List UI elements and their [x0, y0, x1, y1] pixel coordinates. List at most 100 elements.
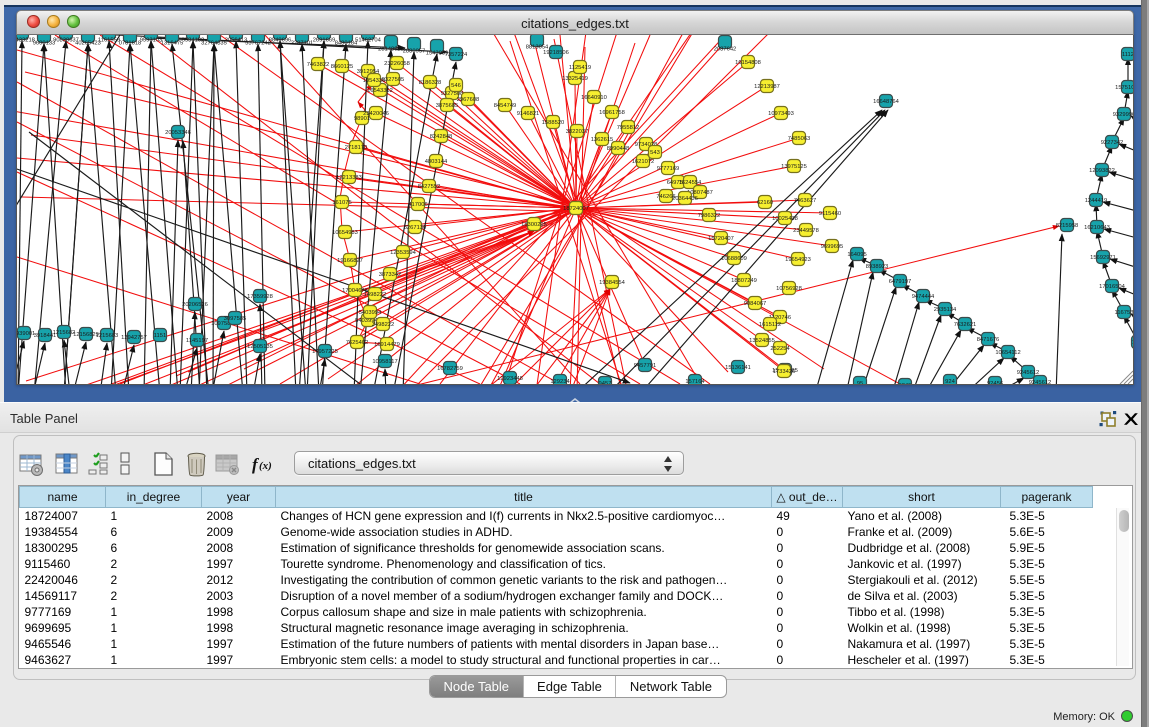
svg-text:28148932: 28148932	[378, 47, 404, 53]
svg-text:2935134: 2935134	[934, 307, 957, 313]
svg-text:16543362: 16543362	[367, 88, 393, 94]
svg-text:8938923: 8938923	[866, 264, 889, 270]
svg-text:1316475: 1316475	[161, 41, 184, 47]
svg-text:9699695: 9699695	[821, 244, 844, 250]
svg-text:9600133: 9600133	[33, 41, 56, 47]
svg-text:4803144: 4803144	[425, 159, 448, 165]
svg-text:161075: 161075	[332, 200, 351, 206]
svg-text:9245612: 9245612	[1029, 380, 1052, 384]
svg-text:19654923: 19654923	[785, 257, 811, 263]
svg-text:12923448: 12923448	[497, 376, 523, 382]
svg-text:10025438: 10025438	[772, 216, 798, 222]
svg-text:1125419: 1125419	[569, 65, 591, 71]
svg-text:2967608: 2967608	[457, 97, 480, 103]
svg-text:18300295: 18300295	[521, 222, 547, 228]
svg-text:1161559: 1161559	[98, 38, 120, 44]
svg-text:7632621: 7632621	[954, 322, 977, 328]
svg-text:92456: 92456	[987, 381, 1003, 384]
svg-text:9457: 9457	[599, 381, 612, 384]
svg-text:1615112: 1615112	[759, 322, 781, 328]
svg-text:19384554: 19384554	[599, 280, 626, 286]
svg-text:20053346: 20053346	[165, 130, 191, 136]
svg-text:7357224: 7357224	[445, 52, 468, 58]
svg-text:16210643: 16210643	[1084, 225, 1110, 231]
svg-text:1498222: 1498222	[364, 292, 387, 298]
svg-text:16640910: 16640910	[581, 95, 607, 101]
svg-text:8939001: 8939001	[17, 331, 35, 337]
svg-text:116753: 116753	[1115, 310, 1133, 316]
svg-text:5403994: 5403994	[359, 310, 382, 316]
svg-text:10958117: 10958117	[372, 359, 397, 365]
svg-text:1145197: 1145197	[186, 338, 208, 344]
svg-text:19166827: 19166827	[337, 258, 363, 264]
svg-text:1112: 1112	[1122, 52, 1133, 58]
svg-text:1588520: 1588520	[542, 120, 565, 126]
svg-text:8849696: 8849696	[269, 38, 292, 44]
svg-text:546: 546	[451, 83, 461, 89]
svg-text:129234: 129234	[550, 379, 570, 384]
svg-text:8471676: 8471676	[977, 337, 1000, 343]
svg-text:3875685: 3875685	[436, 103, 459, 109]
svg-text:18807249: 18807249	[731, 278, 757, 284]
svg-text:2880957: 2880957	[403, 49, 426, 55]
svg-text:17016504: 17016504	[1099, 284, 1126, 290]
svg-text:2691669: 2691669	[313, 38, 336, 44]
svg-text:9329996: 9329996	[1113, 112, 1133, 118]
svg-text:157164: 157164	[685, 379, 705, 384]
svg-text:53767242: 53767242	[245, 41, 271, 47]
svg-text:8242848: 8242848	[430, 134, 453, 140]
svg-text:13975125: 13975125	[781, 164, 807, 170]
svg-text:3822037: 3822037	[566, 129, 589, 135]
svg-text:9084067: 9084067	[744, 301, 767, 307]
svg-text:417006: 417006	[408, 202, 427, 208]
svg-text:3097585: 3097585	[224, 316, 247, 322]
svg-text:10688609: 10688609	[721, 256, 747, 262]
svg-text:62160: 62160	[757, 200, 773, 206]
svg-text:20206526: 20206526	[182, 302, 208, 308]
svg-text:9457791: 9457791	[634, 363, 657, 369]
svg-text:12353594: 12353594	[390, 250, 417, 256]
svg-text:16961758: 16961758	[599, 110, 625, 116]
svg-text:3056413: 3056413	[225, 38, 248, 44]
svg-text:9146821: 9146821	[517, 111, 540, 117]
svg-text:8660125: 8660125	[331, 64, 354, 70]
svg-text:7986322: 7986322	[698, 213, 721, 219]
svg-text:12093822: 12093822	[1089, 168, 1115, 174]
svg-text:15692971: 15692971	[1090, 255, 1116, 261]
svg-text:3873342: 3873342	[379, 272, 402, 278]
svg-text:23420046: 23420046	[363, 111, 389, 117]
svg-text:7463627: 7463627	[794, 198, 817, 204]
svg-text:9227342: 9227342	[1101, 140, 1124, 146]
svg-text:16914479: 16914479	[374, 342, 400, 348]
svg-text:95: 95	[857, 381, 863, 384]
svg-text:12213383: 12213383	[336, 175, 362, 181]
svg-text:6479197: 6479197	[889, 279, 912, 285]
svg-text:7485063: 7485063	[788, 136, 811, 142]
svg-text:51462704: 51462704	[355, 38, 382, 44]
svg-text:10654983: 10654983	[332, 230, 358, 236]
svg-text:32764835: 32764835	[201, 41, 227, 47]
svg-text:10654112: 10654112	[995, 350, 1020, 356]
svg-text:164095: 164095	[847, 252, 866, 258]
svg-text:0781618: 0781618	[119, 41, 142, 47]
svg-text:9593103: 9593103	[140, 38, 163, 44]
svg-text:16782759: 16782759	[437, 366, 463, 372]
svg-text:7955812: 7955812	[617, 125, 640, 131]
svg-text:23449578: 23449578	[793, 228, 819, 234]
svg-text:252254: 252254	[770, 346, 790, 352]
svg-text:23226058: 23226058	[384, 61, 410, 67]
svg-text:1362615: 1362615	[591, 137, 614, 143]
svg-text:12942757: 12942757	[121, 335, 147, 341]
svg-text:1151: 1151	[154, 333, 166, 339]
svg-text:18724007: 18724007	[563, 206, 589, 212]
svg-text:8186328: 8186328	[419, 80, 442, 86]
svg-text:15720407: 15720407	[708, 236, 734, 242]
svg-text:13325419: 13325419	[562, 76, 588, 82]
svg-text:9474444: 9474444	[912, 294, 935, 300]
svg-text:16648764: 16648764	[873, 99, 900, 105]
svg-text:1621072: 1621072	[632, 159, 655, 165]
svg-text:10973493: 10973493	[768, 111, 794, 117]
svg-text:17359928: 17359928	[247, 294, 273, 300]
svg-text:13524855: 13524855	[749, 338, 775, 344]
svg-text:8215958: 8215958	[1056, 223, 1079, 229]
